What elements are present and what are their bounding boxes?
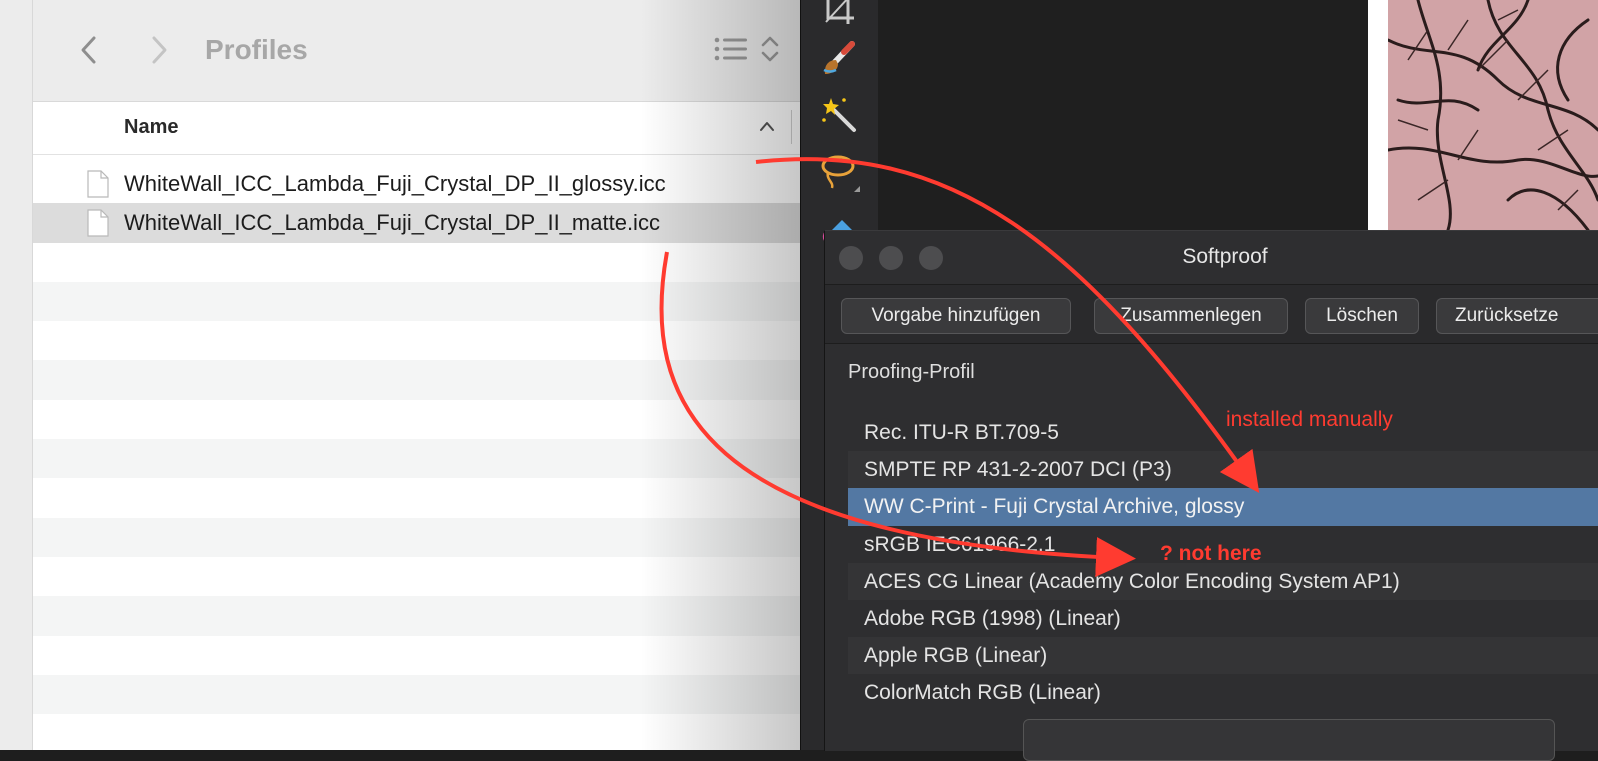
forward-button[interactable] bbox=[139, 30, 179, 70]
file-name: WhiteWall_ICC_Lambda_Fuji_Crystal_DP_II_… bbox=[124, 210, 660, 236]
empty-row bbox=[33, 243, 800, 282]
file-row-selected[interactable]: WhiteWall_ICC_Lambda_Fuji_Crystal_DP_II_… bbox=[33, 203, 800, 243]
profile-item[interactable]: SMPTE RP 431-2-2007 DCI (P3) bbox=[848, 451, 1598, 489]
name-column-label[interactable]: Name bbox=[124, 102, 178, 152]
panel-title: Softproof bbox=[1182, 245, 1268, 268]
empty-row bbox=[33, 439, 800, 479]
empty-row bbox=[33, 281, 800, 322]
add-preset-button[interactable]: Vorgabe hinzufügen bbox=[841, 298, 1071, 334]
empty-row bbox=[33, 674, 800, 715]
crop-icon[interactable] bbox=[818, 0, 860, 30]
empty-row bbox=[33, 360, 800, 400]
empty-row bbox=[33, 557, 800, 596]
document-icon bbox=[87, 209, 109, 237]
sort-icon[interactable] bbox=[759, 32, 781, 66]
empty-row bbox=[33, 321, 800, 360]
file-list: WhiteWall_ICC_Lambda_Fuji_Crystal_DP_II_… bbox=[33, 164, 800, 715]
document-icon bbox=[87, 170, 109, 198]
empty-row bbox=[33, 596, 800, 636]
annotation-not-here: ? not here bbox=[1160, 542, 1262, 565]
list-view-icon[interactable] bbox=[713, 32, 749, 66]
finder-toolbar: Profiles bbox=[33, 0, 800, 102]
annotation-installed: installed manually bbox=[1226, 408, 1393, 431]
softproof-panel: Softproof Vorgabe hinzufügen Zusammenleg… bbox=[824, 230, 1598, 761]
file-row[interactable]: WhiteWall_ICC_Lambda_Fuji_Crystal_DP_II_… bbox=[33, 164, 800, 203]
profile-dropdown[interactable] bbox=[1023, 719, 1555, 761]
preset-toolbar: Vorgabe hinzufügen Zusammenlegen Löschen… bbox=[825, 284, 1598, 344]
paint-brush-icon[interactable] bbox=[818, 38, 860, 80]
finder-sidebar-edge bbox=[0, 0, 33, 750]
file-name: WhiteWall_ICC_Lambda_Fuji_Crystal_DP_II_… bbox=[124, 171, 666, 196]
magic-wand-icon[interactable] bbox=[818, 94, 860, 136]
finder-title: Profiles bbox=[205, 34, 308, 65]
chevron-right-icon bbox=[152, 36, 167, 64]
empty-row bbox=[33, 517, 800, 557]
empty-row bbox=[33, 636, 800, 675]
chevron-up-icon bbox=[760, 122, 774, 131]
lasso-icon[interactable] bbox=[818, 150, 860, 192]
empty-row bbox=[33, 478, 800, 517]
profile-item[interactable]: Apple RGB (Linear) bbox=[848, 637, 1598, 675]
photo-document bbox=[1368, 0, 1598, 230]
profile-item[interactable]: ColorMatch RGB (Linear) bbox=[848, 674, 1598, 711]
profile-item[interactable]: Rec. ITU-R BT.709-5 bbox=[848, 414, 1598, 451]
delete-button[interactable]: Löschen bbox=[1305, 298, 1419, 334]
reset-button[interactable]: Zurücksetze bbox=[1436, 298, 1598, 334]
tree-photo bbox=[1388, 0, 1598, 230]
proofing-profile-label: Proofing-Profil bbox=[848, 361, 975, 383]
chevron-left-icon bbox=[81, 36, 96, 64]
finder-window: Profiles Name WhiteWall_ICC_Lambda_Fuji_… bbox=[0, 0, 800, 750]
profile-item[interactable]: Adobe RGB (1998) (Linear) bbox=[848, 600, 1598, 637]
column-header[interactable]: Name bbox=[33, 102, 800, 155]
profile-item[interactable]: ACES CG Linear (Academy Color Encoding S… bbox=[848, 562, 1598, 600]
branches-graphic bbox=[1388, 0, 1598, 230]
column-separator bbox=[791, 110, 792, 144]
empty-row bbox=[33, 400, 800, 439]
merge-button[interactable]: Zusammenlegen bbox=[1094, 298, 1288, 334]
canvas-area bbox=[878, 0, 1368, 230]
profile-item-selected[interactable]: WW C-Print - Fuji Crystal Archive, gloss… bbox=[848, 488, 1598, 526]
back-button[interactable] bbox=[69, 30, 109, 70]
